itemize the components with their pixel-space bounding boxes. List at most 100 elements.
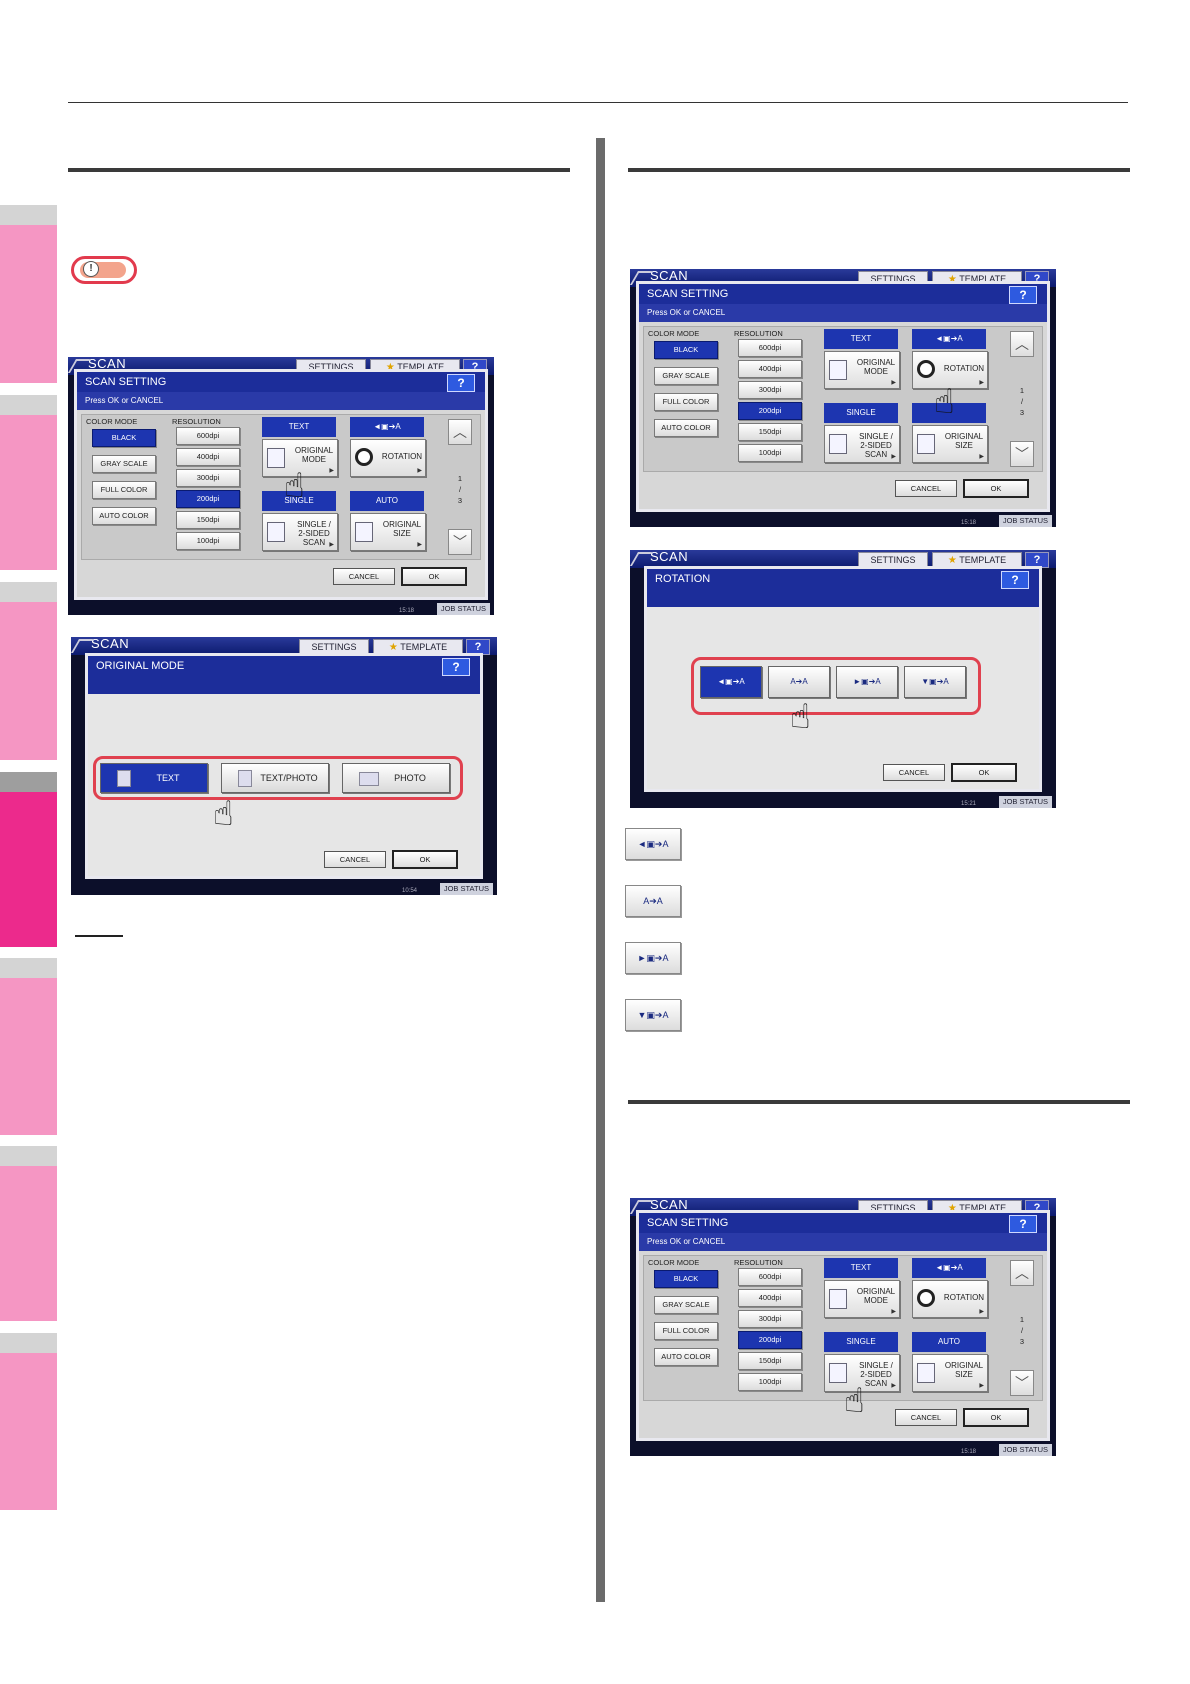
- res-300-button[interactable]: 300dpi: [738, 1310, 802, 1328]
- cancel-button[interactable]: CANCEL: [333, 568, 395, 585]
- res-200-button[interactable]: 200dpi: [176, 490, 240, 508]
- page-indicator: 1/3: [457, 474, 463, 505]
- original-mode-tile[interactable]: ORIGINAL MODE ▶: [824, 1280, 900, 1318]
- ok-button[interactable]: OK: [401, 567, 467, 586]
- res-100-button[interactable]: 100dpi: [176, 532, 240, 550]
- ok-button[interactable]: OK: [951, 763, 1017, 782]
- rotation-legend-icon-2: A➔A: [625, 885, 681, 917]
- window-help-button[interactable]: ?: [1009, 1215, 1037, 1233]
- chapter-tab-2[interactable]: [0, 415, 57, 570]
- scan-title: SCAN: [650, 550, 689, 564]
- chapter-tab-7[interactable]: [0, 1353, 57, 1510]
- res-150-button[interactable]: 150dpi: [738, 1352, 802, 1370]
- section-rule-left: [68, 168, 570, 172]
- scan-setting-window: SCAN SETTING ? Press OK or CANCEL COLOR …: [636, 281, 1050, 512]
- original-mode-icon: [829, 1289, 847, 1309]
- job-status-button[interactable]: JOB STATUS: [998, 515, 1052, 527]
- res-400-button[interactable]: 400dpi: [738, 1289, 802, 1307]
- chapter-tab-3[interactable]: [0, 602, 57, 760]
- single-head: SINGLE: [824, 403, 898, 423]
- original-mode-label: ORIGINAL MODE: [294, 446, 334, 464]
- chapter-tab-4-active[interactable]: [0, 792, 57, 947]
- auto-color-button[interactable]: AUTO COLOR: [92, 507, 156, 525]
- ok-button[interactable]: OK: [392, 850, 458, 869]
- window-help-button[interactable]: ?: [1001, 571, 1029, 589]
- black-button[interactable]: BLACK: [654, 341, 718, 359]
- window-help-button[interactable]: ?: [1009, 286, 1037, 304]
- original-size-label: ORIGINAL SIZE: [944, 432, 984, 450]
- job-status-button[interactable]: JOB STATUS: [436, 603, 490, 615]
- highlight-frame: [93, 756, 463, 800]
- res-100-button[interactable]: 100dpi: [738, 1373, 802, 1391]
- rotation-label: ROTATION: [381, 452, 423, 461]
- res-150-button[interactable]: 150dpi: [176, 511, 240, 529]
- pointer-hand-icon: ☝: [213, 795, 234, 833]
- rotation-label: ROTATION: [943, 1293, 985, 1302]
- chapter-tab-1[interactable]: [0, 225, 57, 383]
- gray-scale-button[interactable]: GRAY SCALE: [654, 1296, 718, 1314]
- rotation-tile[interactable]: ROTATION ▶: [350, 439, 426, 477]
- rotation-screen: SCAN SETTINGS ★ TEMPLATE ? ROTATION ? ◄▣…: [630, 550, 1056, 808]
- ok-button[interactable]: OK: [963, 1408, 1029, 1427]
- scroll-up-button[interactable]: ︿: [1010, 1260, 1034, 1286]
- rotation-icon: [355, 448, 373, 466]
- res-600-button[interactable]: 600dpi: [176, 427, 240, 445]
- original-size-tile[interactable]: ORIGINAL SIZE ▶: [350, 513, 426, 551]
- cancel-button[interactable]: CANCEL: [883, 764, 945, 781]
- cancel-button[interactable]: CANCEL: [324, 851, 386, 868]
- window-title: ROTATION: [647, 569, 1039, 589]
- underline-mark: [75, 935, 123, 937]
- auto-head: AUTO: [350, 491, 424, 511]
- resolution-label: RESOLUTION: [172, 417, 221, 426]
- chapter-tab-5[interactable]: [0, 978, 57, 1135]
- res-200-button[interactable]: 200dpi: [738, 1331, 802, 1349]
- res-300-button[interactable]: 300dpi: [738, 381, 802, 399]
- job-status-button[interactable]: JOB STATUS: [998, 1444, 1052, 1456]
- settings-panel: COLOR MODE BLACK GRAY SCALE FULL COLOR A…: [643, 1255, 1043, 1401]
- rotation-tile[interactable]: ROTATION ▶: [912, 1280, 988, 1318]
- original-mode-icon: [829, 360, 847, 380]
- res-400-button[interactable]: 400dpi: [176, 448, 240, 466]
- res-150-button[interactable]: 150dpi: [738, 423, 802, 441]
- job-status-button[interactable]: JOB STATUS: [998, 796, 1052, 808]
- chapter-tab-6[interactable]: [0, 1166, 57, 1321]
- single-2sided-tile[interactable]: SINGLE / 2-SIDED SCAN ▶: [262, 513, 338, 551]
- full-color-button[interactable]: FULL COLOR: [92, 481, 156, 499]
- gray-scale-button[interactable]: GRAY SCALE: [92, 455, 156, 473]
- cancel-button[interactable]: CANCEL: [895, 1409, 957, 1426]
- scroll-up-button[interactable]: ︿: [1010, 331, 1034, 357]
- black-button[interactable]: BLACK: [654, 1270, 718, 1288]
- res-300-button[interactable]: 300dpi: [176, 469, 240, 487]
- ok-button[interactable]: OK: [963, 479, 1029, 498]
- scroll-down-button[interactable]: ﹀: [448, 529, 472, 555]
- original-size-tile[interactable]: ORIGINAL SIZE ▶: [912, 425, 988, 463]
- scan-icon: [71, 639, 94, 653]
- auto-head: AUTO: [912, 1332, 986, 1352]
- clock: 15:21: [960, 801, 976, 807]
- window-subbar: [88, 676, 480, 694]
- scroll-down-button[interactable]: ﹀: [1010, 441, 1034, 467]
- black-button[interactable]: BLACK: [92, 429, 156, 447]
- single-2sided-tile[interactable]: SINGLE / 2-SIDED SCAN ▶: [824, 425, 900, 463]
- original-size-tile[interactable]: ORIGINAL SIZE ▶: [912, 1354, 988, 1392]
- full-color-button[interactable]: FULL COLOR: [654, 393, 718, 411]
- window-help-button[interactable]: ?: [442, 658, 470, 676]
- original-mode-tile[interactable]: ORIGINAL MODE ▶: [824, 351, 900, 389]
- auto-color-button[interactable]: AUTO COLOR: [654, 419, 718, 437]
- full-color-button[interactable]: FULL COLOR: [654, 1322, 718, 1340]
- auto-color-button[interactable]: AUTO COLOR: [654, 1348, 718, 1366]
- res-600-button[interactable]: 600dpi: [738, 339, 802, 357]
- res-400-button[interactable]: 400dpi: [738, 360, 802, 378]
- res-200-button[interactable]: 200dpi: [738, 402, 802, 420]
- cancel-button[interactable]: CANCEL: [895, 480, 957, 497]
- rotation-legend-icon-3: ►▣➔A: [625, 942, 681, 974]
- star-icon: ★: [388, 642, 398, 653]
- res-600-button[interactable]: 600dpi: [738, 1268, 802, 1286]
- job-status-button[interactable]: JOB STATUS: [439, 883, 493, 895]
- scroll-up-button[interactable]: ︿: [448, 419, 472, 445]
- gray-scale-button[interactable]: GRAY SCALE: [654, 367, 718, 385]
- scroll-down-button[interactable]: ﹀: [1010, 1370, 1034, 1396]
- window-help-button[interactable]: ?: [447, 374, 475, 392]
- chapter-tab-head-2: [0, 395, 57, 415]
- res-100-button[interactable]: 100dpi: [738, 444, 802, 462]
